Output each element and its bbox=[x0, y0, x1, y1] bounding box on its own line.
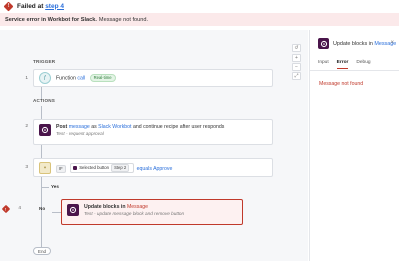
condition-icon: ⑂ bbox=[39, 161, 51, 174]
end-node: End bbox=[33, 247, 51, 255]
failed-step-link[interactable]: step 4 bbox=[45, 3, 64, 10]
function-icon: ƒ bbox=[39, 72, 51, 84]
step-number: 2 bbox=[25, 124, 28, 129]
error-diamond-icon: ! bbox=[3, 1, 14, 11]
slack-workbot-icon bbox=[67, 204, 79, 216]
slack-mini-icon bbox=[73, 165, 78, 170]
step-2-description: Test - request approval bbox=[56, 131, 104, 136]
step-2-as: as bbox=[91, 124, 97, 130]
reset-view-button[interactable]: ↺ bbox=[292, 44, 301, 52]
step-1-action: call bbox=[77, 75, 86, 82]
tab-input[interactable]: Input bbox=[318, 60, 329, 69]
actions-section-label: ACTIONS bbox=[33, 98, 56, 103]
step-1-app: Function bbox=[56, 75, 76, 82]
close-icon[interactable]: × bbox=[390, 40, 394, 46]
step-4-description: Test - update message block and remove b… bbox=[84, 211, 185, 216]
condition-value: Approve bbox=[153, 165, 173, 172]
trigger-section-label: TRIGGER bbox=[33, 59, 56, 64]
step-2-app: Slack Workbot bbox=[98, 124, 132, 130]
zoom-out-button[interactable]: − bbox=[292, 63, 301, 71]
yes-branch-label: Yes bbox=[51, 184, 59, 189]
step-2-object: message bbox=[68, 124, 90, 130]
step-2-text: Post message as Slack Workbot and contin… bbox=[56, 124, 224, 131]
datapill-step: Step 2 bbox=[111, 163, 130, 172]
no-branch-line bbox=[52, 212, 61, 213]
fit-view-button[interactable]: ⤢ bbox=[292, 72, 301, 80]
connector-line bbox=[41, 144, 42, 158]
step-4-action-card[interactable]: Update blocks in Message Test - update m… bbox=[61, 199, 243, 225]
step-3-if-card[interactable]: ⑂ IF Selected button Step 2 equals Approv… bbox=[33, 158, 273, 177]
no-branch-label: No bbox=[39, 206, 46, 211]
recipe-canvas[interactable] bbox=[0, 30, 308, 261]
condition-operator: equals bbox=[136, 165, 152, 172]
failed-title: Failed at step 4 bbox=[17, 3, 64, 10]
step-1-text: Function call Real-time bbox=[56, 73, 116, 82]
panel-header: Update blocks in Message bbox=[318, 38, 396, 49]
tab-divider bbox=[310, 70, 399, 71]
error-banner-title: Service error in Workbot for Slack. bbox=[5, 16, 97, 23]
step-2-action-card[interactable]: Post message as Slack Workbot and contin… bbox=[33, 119, 273, 145]
yes-branch-line bbox=[41, 187, 49, 188]
step-2-rest: and continue recipe after user responds bbox=[132, 124, 225, 130]
run-status-header: ! Failed at step 4 bbox=[0, 0, 399, 12]
step-2-body: Post message as Slack Workbot and contin… bbox=[56, 124, 224, 137]
step-number: 1 bbox=[25, 76, 28, 81]
selected-button-datapill[interactable]: Selected button Step 2 bbox=[70, 162, 135, 173]
failed-prefix: Failed at bbox=[17, 2, 44, 10]
step-1-trigger-card[interactable]: ƒ Function call Real-time bbox=[33, 69, 273, 87]
slack-workbot-icon bbox=[318, 38, 329, 49]
step-number: 3 bbox=[25, 165, 28, 170]
step-number: 4 bbox=[18, 206, 21, 211]
if-pill: IF bbox=[56, 164, 66, 173]
step-4-verb: Update blocks in bbox=[84, 204, 126, 210]
datapill-label: Selected button bbox=[79, 164, 110, 170]
panel-tabs: Input Error Debug bbox=[318, 60, 371, 69]
error-banner-message: Message not found. bbox=[98, 16, 149, 23]
step-detail-panel: Update blocks in Message × Input Error D… bbox=[309, 30, 399, 261]
step-4-object: Message bbox=[126, 204, 149, 210]
panel-error-message: Message not found bbox=[319, 81, 364, 87]
connector-line bbox=[41, 106, 42, 120]
step-4-text: Update blocks in Message bbox=[84, 204, 184, 211]
step-3-text: IF Selected button Step 2 equals Approve bbox=[54, 162, 173, 173]
tab-error[interactable]: Error bbox=[336, 60, 349, 69]
step-4-body: Update blocks in Message Test - update m… bbox=[84, 204, 184, 217]
panel-title-prefix: Update blocks in bbox=[333, 40, 373, 47]
tab-debug[interactable]: Debug bbox=[356, 60, 370, 69]
error-banner: Service error in Workbot for Slack. Mess… bbox=[0, 13, 399, 26]
panel-title: Update blocks in Message bbox=[333, 41, 396, 47]
realtime-badge: Real-time bbox=[89, 73, 116, 82]
zoom-in-button[interactable]: + bbox=[292, 54, 301, 62]
slack-workbot-icon bbox=[39, 124, 51, 136]
step-2-verb: Post bbox=[56, 124, 68, 130]
